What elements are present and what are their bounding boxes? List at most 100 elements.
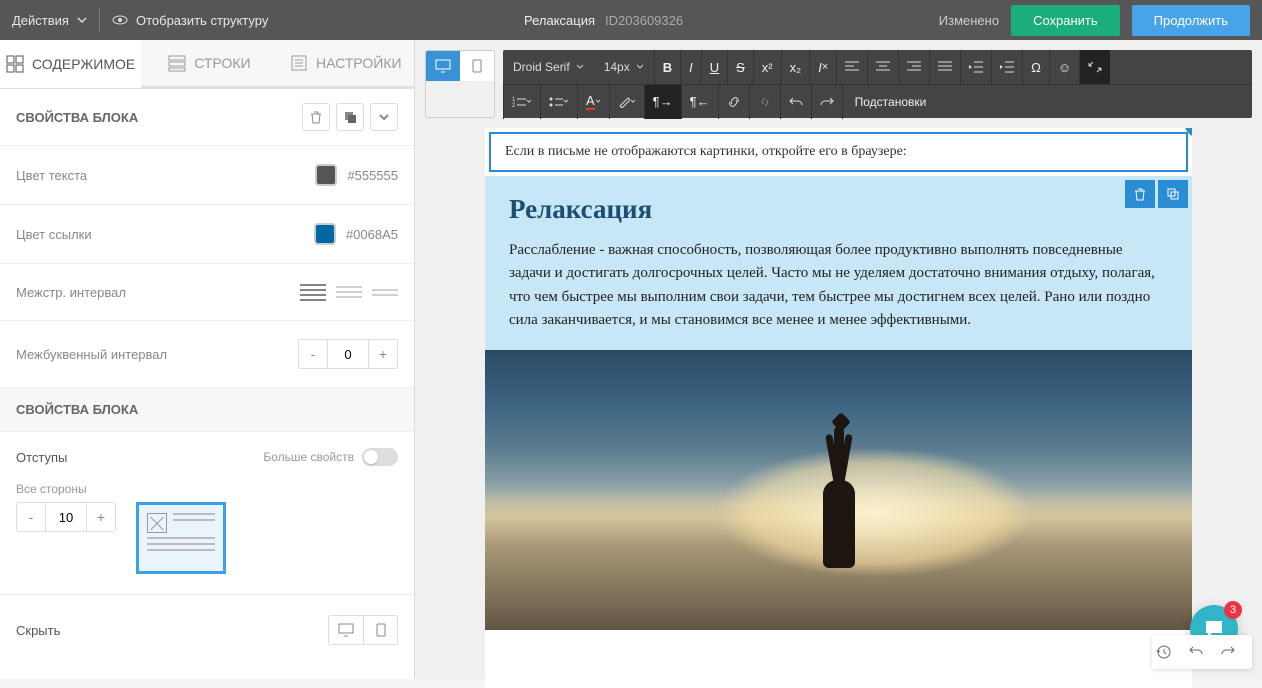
align-center-button[interactable]	[867, 50, 898, 84]
collapse-block-button[interactable]	[370, 103, 398, 131]
move-handle[interactable]	[1184, 128, 1192, 138]
preview-mobile-button[interactable]	[460, 51, 494, 81]
unlink-button[interactable]	[749, 85, 780, 119]
paragraph-ltr-button[interactable]: ¶→	[644, 85, 681, 119]
collapse-toolbar-button[interactable]	[1079, 50, 1110, 84]
hide-label: Скрыть	[16, 623, 60, 638]
padding-stepper[interactable]: - +	[16, 502, 116, 532]
mobile-icon	[376, 623, 386, 637]
bold-button[interactable]: B	[654, 50, 680, 84]
redo-button[interactable]	[811, 85, 842, 119]
structure-label: Отобразить структуру	[136, 13, 268, 28]
ordered-list-button[interactable]: 12	[503, 85, 540, 119]
line-height-loose[interactable]	[372, 282, 398, 302]
subscript-button[interactable]: x₂	[781, 50, 810, 84]
text-color-label: Цвет текста	[16, 168, 87, 183]
highlight-button[interactable]	[609, 85, 644, 119]
link-icon	[727, 95, 741, 109]
link-color-control[interactable]: #0068A5	[314, 223, 398, 245]
block-duplicate-button[interactable]	[1158, 180, 1188, 208]
tab-rows[interactable]: СТРОКИ	[141, 40, 277, 88]
clear-format-button[interactable]: I×	[809, 50, 836, 84]
hero-image[interactable]	[485, 350, 1192, 630]
underline-button[interactable]: U	[701, 50, 727, 84]
more-props-toggle[interactable]	[362, 448, 398, 466]
tab-settings-label: НАСТРОЙКИ	[316, 55, 402, 71]
continue-button[interactable]: Продолжить	[1132, 5, 1250, 36]
paragraph-rtl-button[interactable]: ¶←	[681, 85, 718, 119]
italic-button[interactable]: I	[680, 50, 701, 84]
font-family-select[interactable]: Droid Serif	[503, 60, 594, 74]
show-structure-toggle[interactable]: Отобразить структуру	[112, 12, 268, 28]
stepper-plus[interactable]: +	[87, 503, 115, 531]
undo-button[interactable]	[780, 85, 811, 119]
letter-spacing-stepper[interactable]: - +	[298, 339, 398, 369]
canvas-area: Droid Serif 14px B I U S x² x₂ I× Ω	[415, 40, 1262, 679]
content-heading[interactable]: Релаксация	[509, 194, 1168, 225]
content-block[interactable]: Релаксация Расслабление - важная способн…	[485, 176, 1192, 350]
stepper-plus[interactable]: +	[369, 340, 397, 368]
text-color-swatch[interactable]	[315, 164, 337, 186]
tab-settings[interactable]: НАСТРОЙКИ	[278, 40, 414, 88]
tab-content-label: СОДЕРЖИМОЕ	[32, 56, 135, 72]
highlight-icon	[618, 96, 630, 108]
save-button[interactable]: Сохранить	[1011, 5, 1120, 36]
font-size-select[interactable]: 14px	[594, 60, 654, 74]
outdent-button[interactable]	[960, 50, 991, 84]
letter-spacing-input[interactable]	[327, 340, 369, 368]
copy-icon	[1166, 187, 1180, 201]
top-bar: Действия Отобразить структуру Релаксация…	[0, 0, 1262, 40]
align-right-button[interactable]	[898, 50, 929, 84]
align-justify-button[interactable]	[929, 50, 960, 84]
global-undo-button[interactable]	[1188, 639, 1216, 665]
block-delete-button[interactable]	[1125, 180, 1155, 208]
undo-icon	[1188, 645, 1204, 659]
hide-mobile-button[interactable]	[363, 616, 397, 644]
line-height-tight[interactable]	[300, 282, 326, 302]
special-char-button[interactable]: Ω	[1022, 50, 1049, 84]
hide-device-toggle[interactable]	[328, 615, 398, 645]
unlink-icon	[758, 95, 772, 109]
superscript-button[interactable]: x²	[753, 50, 781, 84]
svg-text:2: 2	[512, 103, 516, 108]
tab-content[interactable]: СОДЕРЖИМОЕ	[0, 40, 141, 88]
unordered-list-button[interactable]	[540, 85, 577, 119]
link-button[interactable]	[718, 85, 749, 119]
content-body[interactable]: Расслабление - важная способность, позво…	[509, 239, 1168, 332]
hide-desktop-button[interactable]	[329, 616, 363, 644]
actions-label: Действия	[12, 13, 69, 28]
strike-button[interactable]: S	[727, 50, 753, 84]
preview-desktop-button[interactable]	[426, 51, 460, 81]
line-height-row: Межстр. интервал	[0, 263, 414, 320]
emoji-button[interactable]: ☺	[1049, 50, 1079, 84]
line-height-label: Межстр. интервал	[16, 285, 126, 300]
all-sides-label: Все стороны	[0, 482, 414, 502]
align-left-button[interactable]	[836, 50, 867, 84]
padding-preview[interactable]	[136, 502, 226, 574]
settings-icon	[290, 54, 308, 72]
link-color-swatch[interactable]	[314, 223, 336, 245]
email-canvas[interactable]: Если в письме не отображаются картинки, …	[485, 128, 1192, 688]
stepper-minus[interactable]: -	[299, 340, 327, 368]
padding-input[interactable]	[45, 503, 87, 531]
more-props-label: Больше свойств	[263, 450, 354, 464]
actions-menu[interactable]: Действия	[12, 13, 87, 28]
silhouette-figure	[809, 480, 869, 630]
font-color-button[interactable]: A	[577, 85, 609, 119]
text-color-control[interactable]: #555555	[315, 164, 398, 186]
desktop-icon	[338, 623, 354, 637]
history-icon	[1156, 644, 1172, 660]
duplicate-block-button[interactable]	[336, 103, 364, 131]
align-right-icon	[907, 61, 921, 73]
eye-icon	[112, 12, 128, 28]
link-color-value: #0068A5	[346, 227, 398, 242]
preheader-block[interactable]: Если в письме не отображаются картинки, …	[489, 132, 1188, 172]
indent-button[interactable]	[991, 50, 1022, 84]
delete-block-button[interactable]	[302, 103, 330, 131]
global-redo-button[interactable]	[1220, 639, 1248, 665]
stepper-minus[interactable]: -	[17, 503, 45, 531]
merge-tags-button[interactable]: Подстановки	[842, 85, 939, 119]
device-preview-toggle[interactable]	[425, 50, 495, 118]
line-height-normal[interactable]	[336, 282, 362, 302]
history-button[interactable]	[1156, 639, 1184, 665]
